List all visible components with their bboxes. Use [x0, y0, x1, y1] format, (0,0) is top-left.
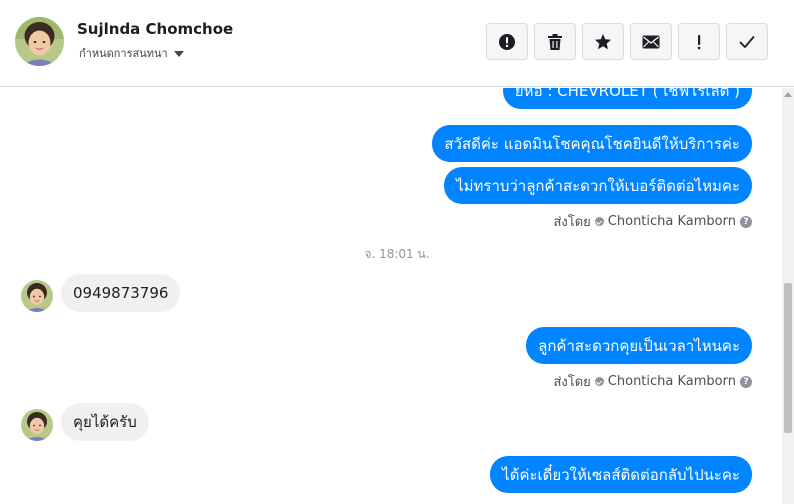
alert-circle-icon: [499, 33, 515, 50]
conversation-toolbar: [486, 23, 768, 60]
contact-avatar[interactable]: [15, 17, 64, 66]
envelope-icon: [642, 35, 660, 48]
sent-by-prefix: ส่งโดย: [553, 215, 591, 230]
message-timestamp: จ. 18:01 น.: [364, 247, 430, 261]
outgoing-message: ไม่ทราบว่าลูกค้าสะดวกให้เบอร์ติดต่อไหมคะ: [444, 167, 752, 204]
sent-by-agent[interactable]: Chonticha Kamborn: [608, 214, 736, 229]
mark-unread-button[interactable]: [630, 23, 672, 60]
help-icon[interactable]: ?: [740, 215, 752, 228]
help-icon[interactable]: ?: [740, 375, 752, 388]
contact-avatar-small: [21, 409, 53, 441]
assign-conversation-label: กำหนดการสนทนา: [79, 47, 168, 60]
spam-button[interactable]: [486, 23, 528, 60]
conversation-thread[interactable]: ยี่ห้อ : CHEVROLET ( เชฟโรเลต ) สวัสดีค่…: [0, 88, 782, 504]
star-icon: [595, 33, 611, 49]
delete-button[interactable]: [534, 23, 576, 60]
contact-avatar-small: [21, 280, 53, 312]
incoming-message: คุยได้ครับ: [61, 403, 149, 441]
outgoing-message: ได้ค่ะเดี๋ยวให้เซลส์ติดต่อกลับไปนะคะ: [490, 456, 752, 493]
contact-name: Sujlnda Chomchoe: [77, 20, 234, 38]
follow-up-button[interactable]: [678, 23, 720, 60]
conversation-scrollbar[interactable]: [782, 88, 794, 504]
exclamation-icon: [697, 34, 701, 49]
check-circle-icon: [594, 217, 604, 226]
sent-by-prefix: ส่งโดย: [553, 375, 591, 390]
trash-icon: [548, 33, 562, 50]
sent-by-info: ส่งโดย Chonticha Kamborn ?: [553, 371, 752, 392]
sent-by-info: ส่งโดย Chonticha Kamborn ?: [553, 211, 752, 232]
checkmark-icon: [739, 35, 755, 48]
mark-done-button[interactable]: [726, 23, 768, 60]
conversation-header: Sujlnda Chomchoe กำหนดการสนทนา: [0, 0, 794, 87]
check-circle-icon: [594, 377, 604, 386]
sent-by-agent[interactable]: Chonticha Kamborn: [608, 374, 736, 389]
star-button[interactable]: [582, 23, 624, 60]
incoming-message: 0949873796: [61, 274, 181, 312]
assign-conversation-dropdown[interactable]: กำหนดการสนทนา: [79, 44, 184, 62]
caret-down-icon: [173, 50, 184, 57]
scroll-up-arrow-icon[interactable]: [784, 92, 792, 97]
scrollbar-thumb[interactable]: [784, 283, 792, 433]
outgoing-message: ยี่ห้อ : CHEVROLET ( เชฟโรเลต ): [502, 88, 752, 109]
outgoing-message: สวัสดีค่ะ แอดมินโชคคุณโชคยินดีให้บริการค…: [432, 125, 752, 162]
outgoing-message: ลูกค้าสะดวกคุยเป็นเวลาไหนคะ: [526, 327, 752, 364]
